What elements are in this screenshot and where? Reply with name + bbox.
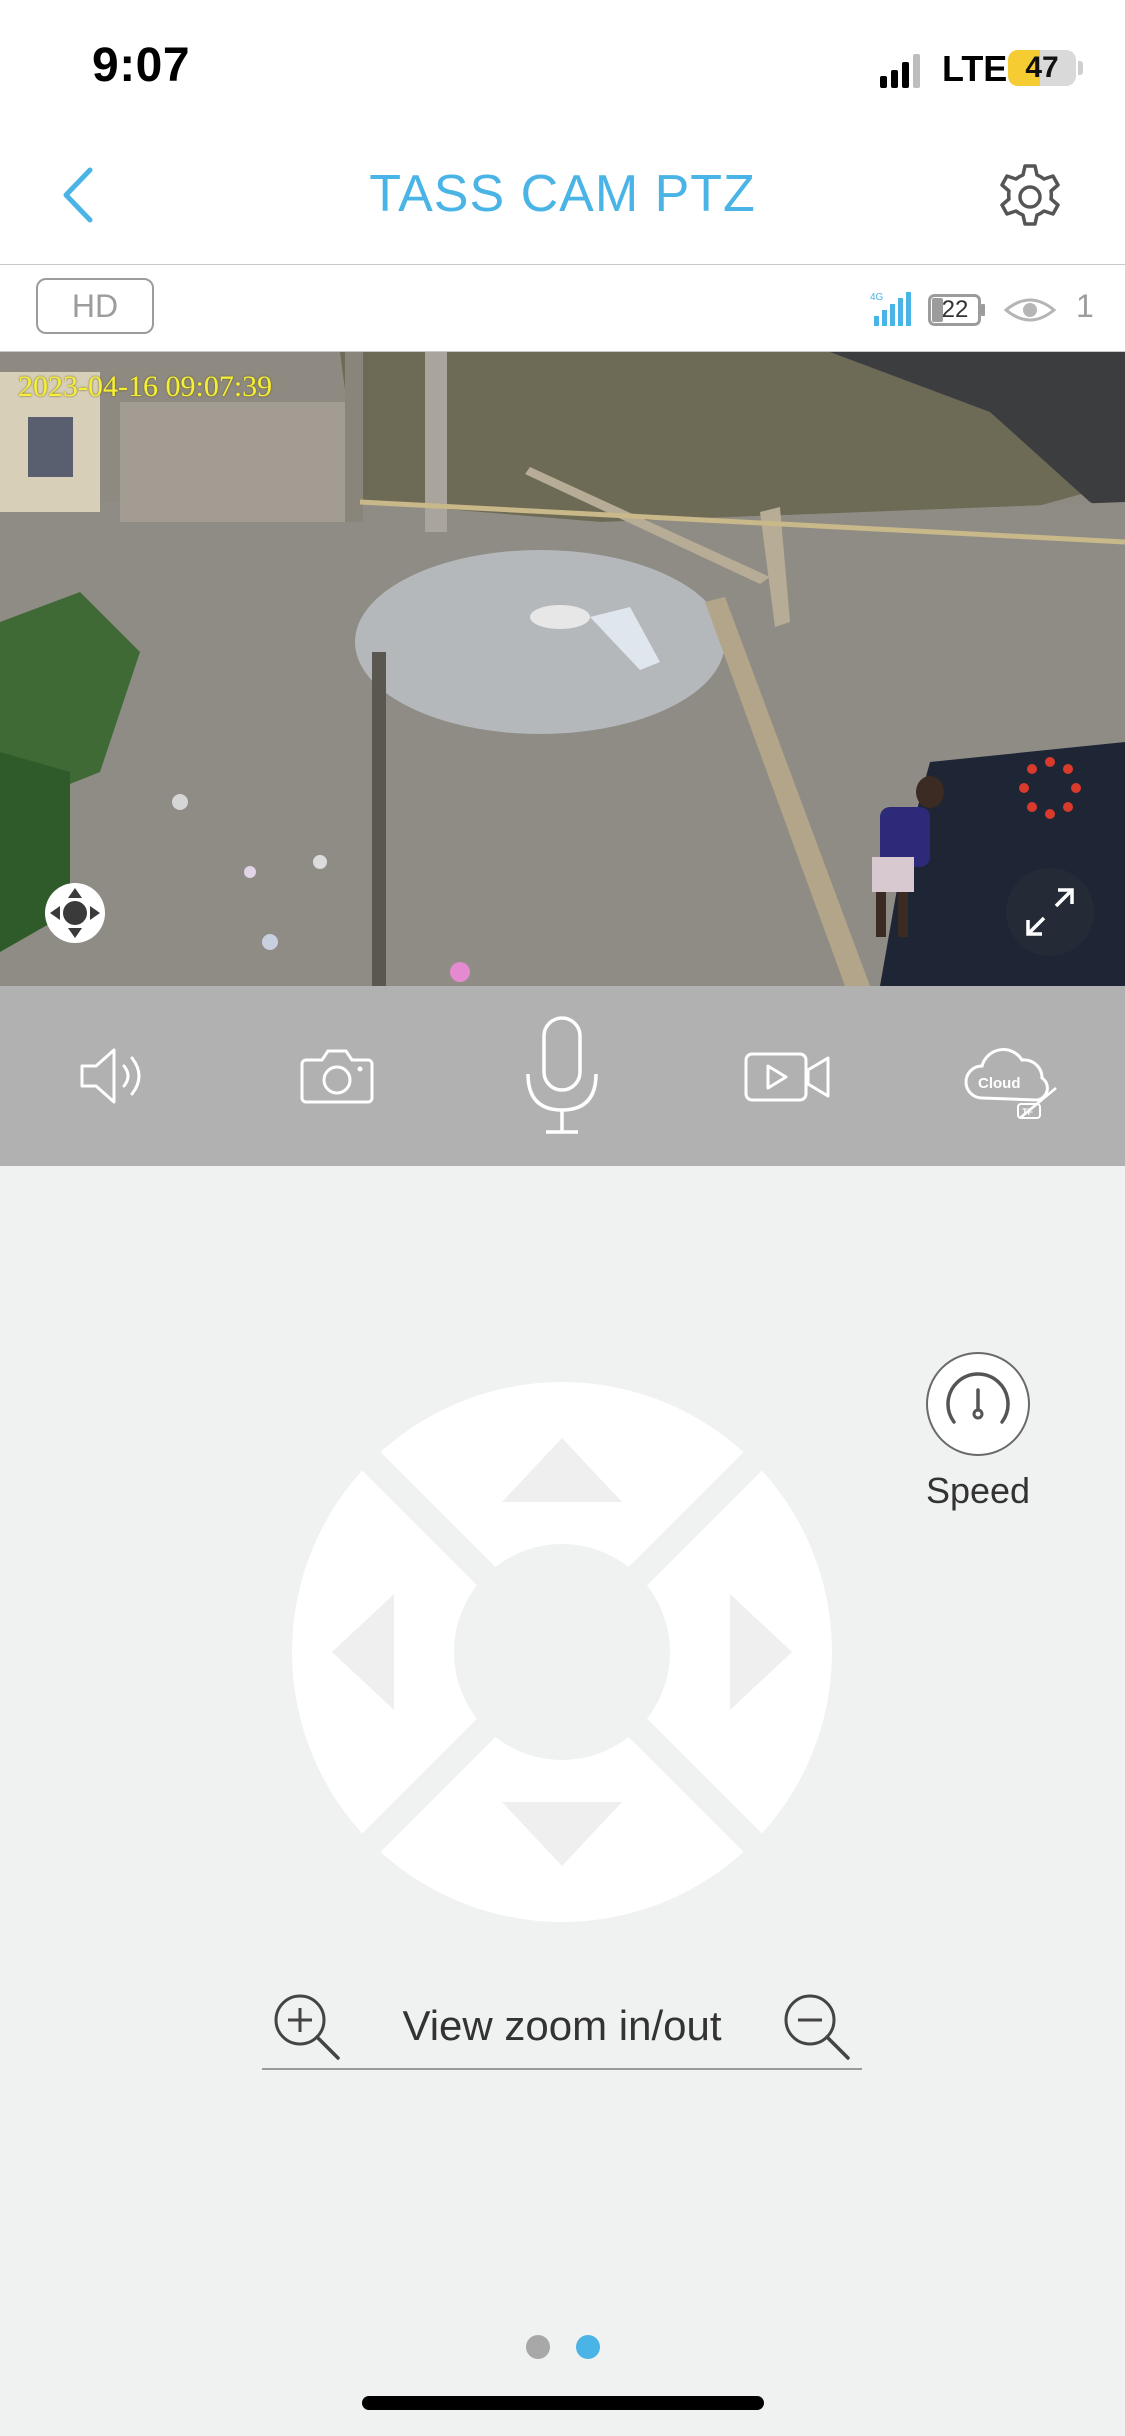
svg-text:Cloud: Cloud — [978, 1075, 1021, 1092]
4g-signal-icon: 4G — [870, 292, 911, 326]
page-dot-1[interactable] — [526, 2335, 550, 2359]
quality-hd-button[interactable]: HD — [36, 278, 154, 334]
ptz-control-icon[interactable] — [44, 882, 106, 944]
viewer-count: 1 — [1076, 288, 1094, 324]
camera-icon[interactable] — [300, 1046, 374, 1106]
zoom-divider — [262, 2068, 862, 2070]
svg-text:4G: 4G — [870, 292, 884, 303]
camera-video-feed[interactable] — [0, 352, 1125, 986]
speedometer-icon — [946, 1372, 1010, 1424]
battery-icon: 47 — [1008, 50, 1076, 86]
cellular-signal-icon — [880, 54, 920, 88]
network-type: LTE — [942, 48, 1008, 89]
cloud-icon[interactable]: Cloud TF — [960, 1048, 1060, 1124]
battery-percent: 47 — [1025, 51, 1059, 84]
home-indicator — [362, 2396, 764, 2410]
fullscreen-button[interactable] — [1006, 868, 1094, 956]
camera-battery-level: 22 — [941, 296, 969, 323]
eye-icon — [1004, 298, 1056, 322]
speaker-icon[interactable] — [78, 1042, 148, 1110]
ptz-direction-pad — [292, 1382, 832, 1922]
loading-spinner-icon — [1019, 757, 1081, 819]
zoom-in-icon[interactable] — [270, 1990, 342, 2062]
page-dot-2[interactable] — [576, 2335, 600, 2359]
battery-nub — [1078, 61, 1083, 75]
status-time: 9:07 — [92, 39, 191, 92]
expand-icon — [1026, 888, 1074, 936]
svg-text:TF: TF — [1022, 1107, 1033, 1117]
page-title: TASS CAM PTZ — [369, 165, 756, 223]
speed-button[interactable] — [926, 1352, 1030, 1456]
video-timestamp: 2023-04-16 09:07:39 — [18, 370, 273, 403]
gear-icon[interactable] — [995, 162, 1065, 232]
zoom-out-icon[interactable] — [780, 1990, 852, 2062]
status-bar: 9:07 LTE 47 — [0, 0, 1125, 140]
zoom-label: View zoom in/out — [402, 2002, 722, 2049]
speed-label: Speed — [925, 1470, 1031, 1511]
microphone-icon[interactable] — [520, 1014, 604, 1138]
record-video-icon[interactable] — [744, 1050, 830, 1104]
